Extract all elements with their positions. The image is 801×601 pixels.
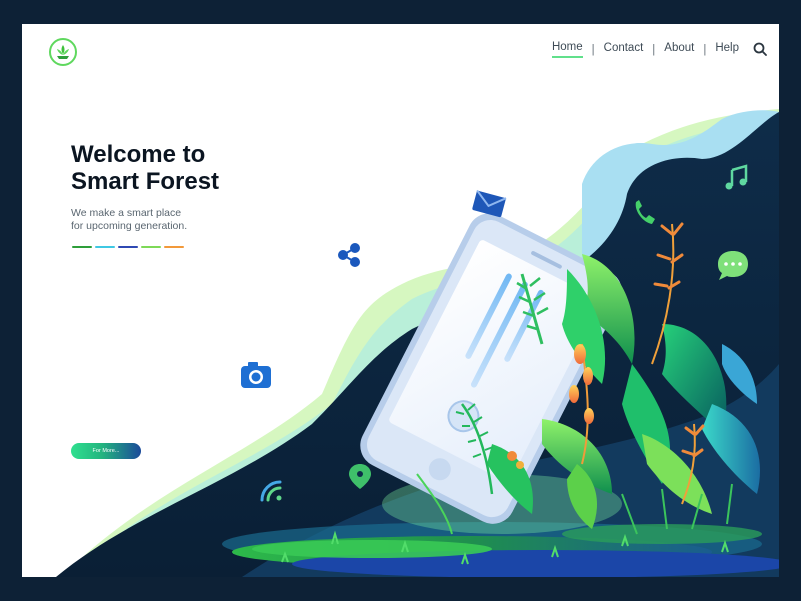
hero-title-line: Welcome to (71, 141, 206, 168)
color-accent-segment (118, 246, 138, 248)
color-accent-segment (164, 246, 184, 248)
page-frame: Home | Contact | About | Help Welcome to… (22, 24, 779, 577)
nav-separator: | (591, 43, 595, 56)
nav-help[interactable]: Help (715, 42, 739, 57)
envelope-icon (472, 189, 507, 218)
search-icon[interactable] (753, 42, 767, 56)
color-accent-segment (141, 246, 161, 248)
nav-separator: | (703, 43, 707, 56)
forest-illustration (56, 109, 779, 577)
color-accent-bar (72, 246, 184, 248)
nav-contact[interactable]: Contact (604, 42, 644, 57)
tagline-line: for upcoming generation. (71, 220, 188, 232)
tagline-line: We make a smart place (71, 207, 182, 219)
color-accent-segment (95, 246, 115, 248)
for-more-button[interactable]: For More... (71, 443, 141, 459)
nav-home[interactable]: Home (551, 41, 583, 58)
leaf-icon (57, 45, 69, 59)
hero-title: Welcome to Smart Forest (71, 141, 311, 195)
main-nav: Home | Contact | About | Help (551, 41, 739, 58)
brand-logo[interactable] (49, 38, 77, 66)
nav-separator: | (652, 43, 656, 56)
hero-tagline: We make a smart place for upcoming gener… (71, 207, 187, 233)
hero-title-line: Smart Forest (71, 168, 220, 195)
camera-icon (241, 362, 271, 388)
nav-about[interactable]: About (664, 42, 694, 57)
color-accent-segment (72, 246, 92, 248)
share-icon (338, 243, 360, 267)
